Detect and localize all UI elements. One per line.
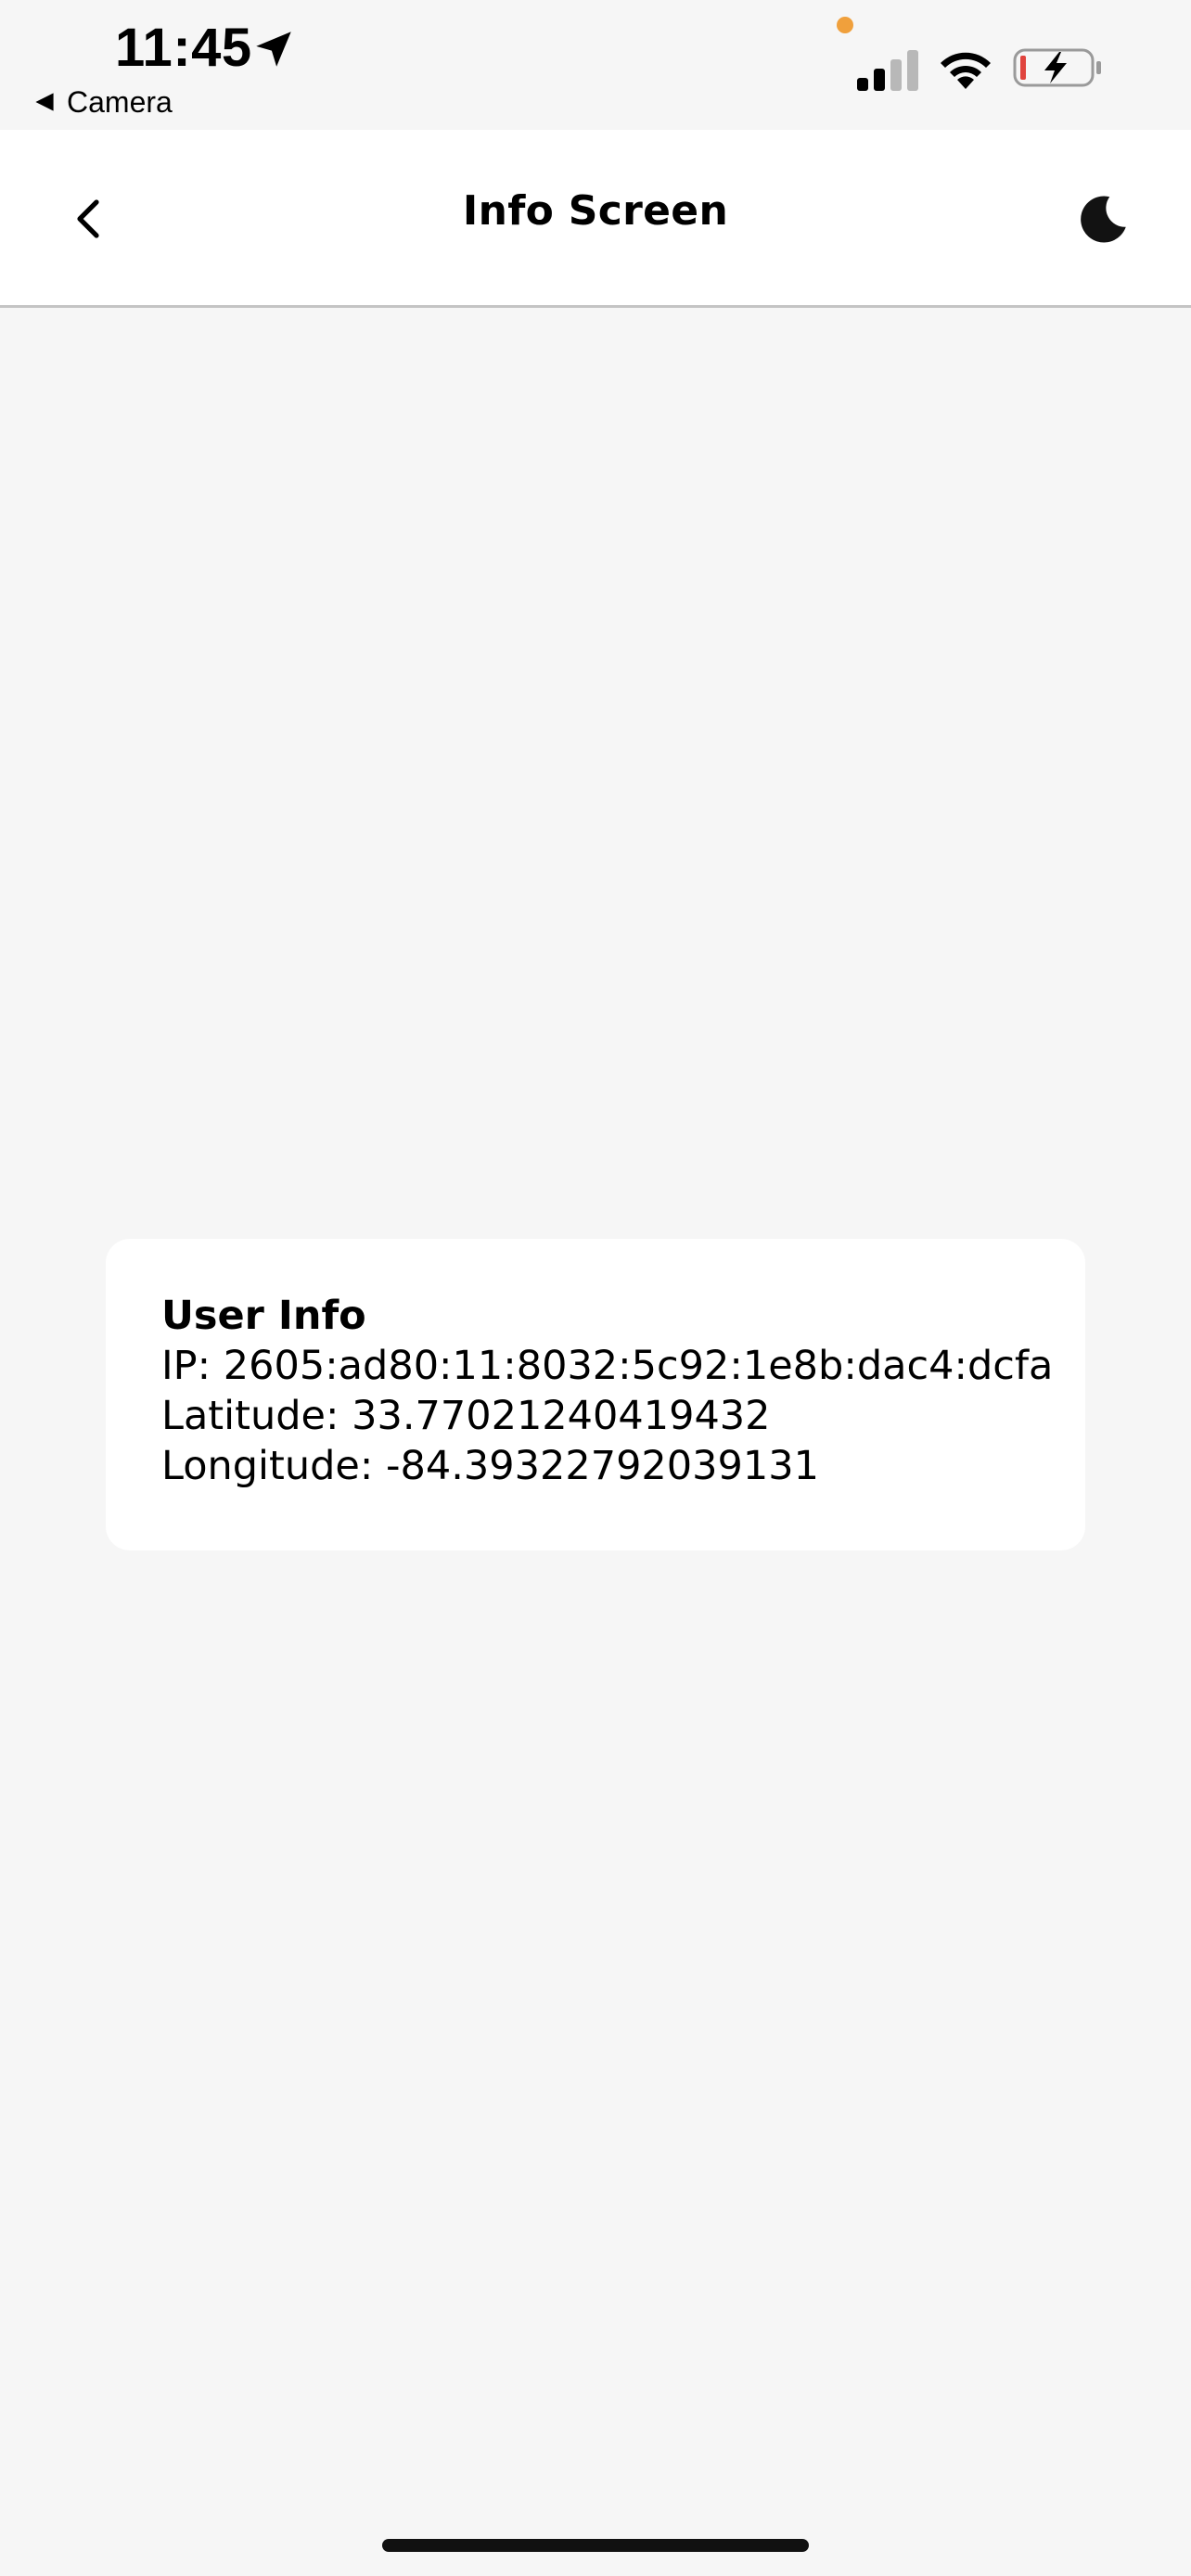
- home-indicator[interactable]: [382, 2539, 809, 2552]
- info-screen: 11:45 Camera Info Screen User Info IP: 2…: [0, 0, 1191, 2576]
- privacy-indicator-dot: [837, 17, 853, 33]
- theme-toggle-button[interactable]: [1067, 182, 1141, 256]
- nav-header: Info Screen: [0, 130, 1191, 308]
- status-bar: 11:45 Camera: [0, 0, 1191, 130]
- status-time: 11:45: [115, 18, 252, 78]
- moon-icon: [1081, 196, 1126, 243]
- wifi-icon: [941, 52, 991, 89]
- latitude-text: Latitude: 33.77021240419432: [161, 1393, 771, 1439]
- cellular-signal-icon: [857, 50, 918, 91]
- longitude-text: Longitude: -84.39322792039131: [161, 1443, 819, 1489]
- back-to-camera-link[interactable]: Camera: [33, 83, 173, 121]
- battery-charging-icon: [1013, 48, 1101, 87]
- back-triangle-icon: [35, 93, 54, 111]
- back-to-app-label: Camera: [67, 84, 173, 119]
- page-title: Info Screen: [462, 187, 729, 235]
- user-info-card: User Info IP: 2605:ad80:11:8032:5c92:1e8…: [106, 1239, 1085, 1550]
- location-arrow-icon: [256, 32, 291, 67]
- card-title: User Info: [161, 1293, 366, 1339]
- ip-address-text: IP: 2605:ad80:11:8032:5c92:1e8b:dac4:dcf…: [161, 1343, 1054, 1389]
